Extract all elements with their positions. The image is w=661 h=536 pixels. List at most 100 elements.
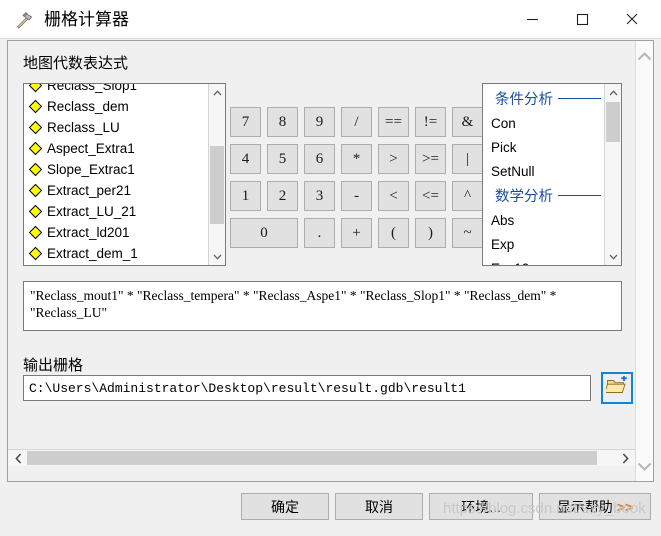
close-button[interactable]: [609, 0, 655, 38]
scroll-left-arrow[interactable]: [10, 450, 27, 466]
scroll-down-arrow[interactable]: [605, 248, 621, 265]
key-9[interactable]: 9: [304, 107, 335, 137]
list-item[interactable]: Extract_dem_1: [24, 243, 210, 264]
tool-item-con[interactable]: Con: [483, 111, 605, 135]
key-not-equal[interactable]: !=: [415, 107, 446, 137]
scroll-thumb[interactable]: [606, 102, 620, 142]
browse-folder-button[interactable]: [601, 372, 633, 404]
tool-item-exp[interactable]: Exp: [483, 232, 605, 256]
raster-layer-diamond-icon: [28, 246, 43, 261]
panel-scroll-down-arrow[interactable]: [636, 455, 653, 477]
list-item[interactable]: Reclass_Slop1: [24, 83, 210, 96]
list-item-label: Extract_LU_21: [47, 204, 137, 219]
layer-list-items: Reclass_Slop1 Reclass_dem Reclass_LU Asp…: [24, 83, 210, 264]
key-right-paren[interactable]: ): [415, 218, 446, 248]
key-5[interactable]: 5: [267, 144, 298, 174]
header-rule: [558, 195, 601, 196]
key-less-equal[interactable]: <=: [415, 181, 446, 211]
key-multiply[interactable]: *: [341, 144, 372, 174]
raster-layer-diamond-icon: [28, 183, 43, 198]
layer-list[interactable]: Reclass_Slop1 Reclass_dem Reclass_LU Asp…: [23, 83, 226, 266]
list-item-label: Reclass_Slop1: [47, 83, 138, 93]
key-4[interactable]: 4: [230, 144, 261, 174]
cancel-button[interactable]: 取消: [335, 493, 423, 520]
key-greater-than[interactable]: >: [378, 144, 409, 174]
key-or[interactable]: |: [452, 144, 483, 174]
key-divide[interactable]: /: [341, 107, 372, 137]
key-less-than[interactable]: <: [378, 181, 409, 211]
scroll-thumb[interactable]: [210, 146, 224, 224]
dialog-scroll-region: 地图代数表达式 Reclass_Slop1 Reclass_dem Reclas…: [8, 41, 636, 466]
key-equal-equal[interactable]: ==: [378, 107, 409, 137]
tool-item-pick[interactable]: Pick: [483, 135, 605, 159]
map-algebra-expression-label: 地图代数表达式: [23, 55, 129, 72]
raster-layer-diamond-icon: [28, 99, 43, 114]
list-item-label: Extract_dem_1: [47, 246, 138, 261]
scroll-thumb[interactable]: [27, 451, 597, 465]
key-plus[interactable]: +: [341, 218, 372, 248]
hammer-icon: [14, 9, 36, 31]
key-minus[interactable]: -: [341, 181, 372, 211]
list-item[interactable]: Aspect_Extra1: [24, 138, 210, 159]
list-item[interactable]: Slope_Extrac1: [24, 159, 210, 180]
minimize-button[interactable]: [509, 0, 555, 38]
key-8[interactable]: 8: [267, 107, 298, 137]
panel-vertical-scrollbar[interactable]: [635, 41, 653, 481]
scroll-up-arrow[interactable]: [605, 84, 621, 101]
list-item[interactable]: Extract_per21: [24, 180, 210, 201]
maximize-icon: [576, 13, 588, 25]
raster-layer-diamond-icon: [28, 204, 43, 219]
list-item-label: Reclass_LU: [47, 120, 120, 135]
tool-item-exp10[interactable]: Exp10: [483, 256, 605, 266]
tool-item-abs[interactable]: Abs: [483, 208, 605, 232]
tool-group-header-conditional: 条件分析: [483, 86, 605, 111]
scroll-up-arrow[interactable]: [209, 84, 225, 101]
key-3[interactable]: 3: [304, 181, 335, 211]
key-power[interactable]: ^: [452, 181, 483, 211]
horizontal-scrollbar[interactable]: [8, 449, 636, 466]
list-item-label: Slope_Extrac1: [47, 162, 135, 177]
list-item[interactable]: Extract_ld201: [24, 222, 210, 243]
key-left-paren[interactable]: (: [378, 218, 409, 248]
scroll-right-arrow[interactable]: [617, 450, 634, 466]
output-raster-label: 输出栅格: [23, 357, 84, 374]
key-7[interactable]: 7: [230, 107, 261, 137]
layer-list-scrollbar[interactable]: [208, 84, 225, 265]
open-folder-add-icon: [604, 374, 628, 401]
list-item-label: Extract_per21: [47, 183, 132, 198]
tool-group-header-label: 条件分析: [495, 92, 553, 108]
raster-layer-diamond-icon: [28, 162, 43, 177]
show-help-button[interactable]: 显示帮助 >>: [539, 493, 651, 520]
key-decimal-point[interactable]: .: [304, 218, 335, 248]
ok-button[interactable]: 确定: [241, 493, 329, 520]
show-help-label: 显示帮助: [556, 498, 613, 515]
key-0[interactable]: 0: [230, 218, 298, 248]
list-item[interactable]: Reclass_dem: [24, 96, 210, 117]
key-greater-equal[interactable]: >=: [415, 144, 446, 174]
raster-layer-diamond-icon: [28, 84, 43, 93]
key-6[interactable]: 6: [304, 144, 335, 174]
list-item-label: Extract_ld201: [47, 225, 130, 240]
tool-list-scrollbar[interactable]: [604, 84, 621, 265]
raster-layer-diamond-icon: [28, 141, 43, 156]
key-and[interactable]: &: [452, 107, 483, 137]
list-item[interactable]: Reclass_LU: [24, 117, 210, 138]
tool-list[interactable]: 条件分析 Con Pick SetNull 数学分析 Abs Exp Exp10: [482, 83, 622, 266]
list-item-label: Aspect_Extra1: [47, 141, 135, 156]
window-title: 栅格计算器: [44, 10, 129, 29]
tool-list-items: 条件分析 Con Pick SetNull 数学分析 Abs Exp Exp10: [483, 86, 605, 266]
scroll-down-arrow[interactable]: [209, 248, 225, 265]
environments-button[interactable]: 环境...: [429, 493, 533, 520]
raster-calculator-window: 栅格计算器 地图代数表达式 Reclass_Slop1 Reclass_dem …: [0, 0, 661, 536]
tool-item-setnull[interactable]: SetNull: [483, 159, 605, 183]
panel-scroll-up-arrow[interactable]: [636, 45, 653, 67]
maximize-button[interactable]: [559, 0, 605, 38]
key-2[interactable]: 2: [267, 181, 298, 211]
output-raster-input[interactable]: C:\Users\Administrator\Desktop\result\re…: [23, 375, 591, 401]
expression-input[interactable]: "Reclass_mout1" * "Reclass_tempera" * "R…: [23, 281, 622, 331]
chevron-right-icon: >>: [616, 498, 634, 515]
tool-group-header-math: 数学分析: [483, 183, 605, 208]
key-tilde[interactable]: ~: [452, 218, 483, 248]
key-1[interactable]: 1: [230, 181, 261, 211]
list-item[interactable]: Extract_LU_21: [24, 201, 210, 222]
